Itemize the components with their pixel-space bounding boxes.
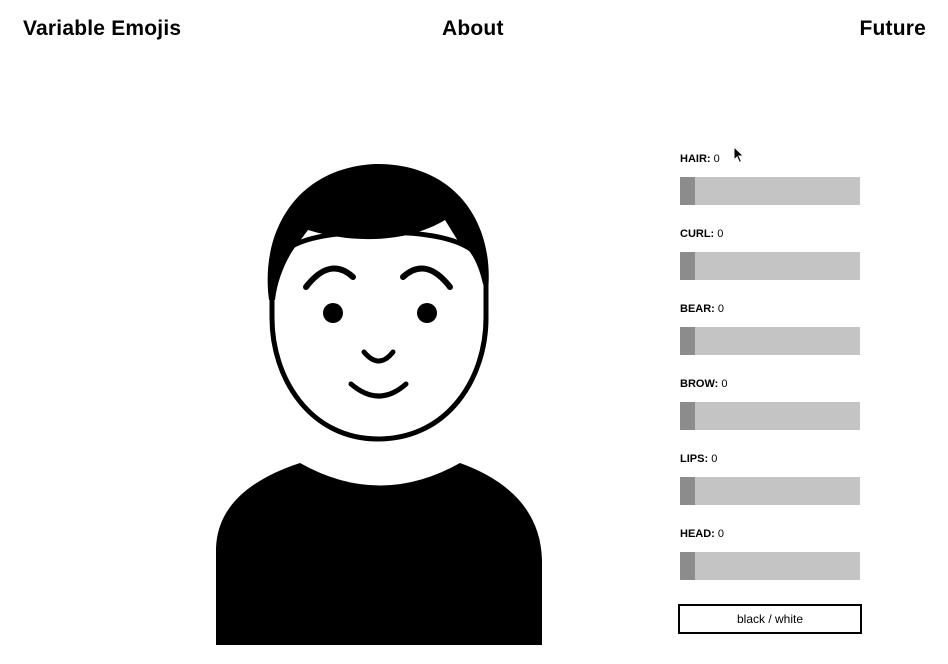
bear-slider[interactable] — [680, 327, 860, 355]
left-eye — [323, 303, 343, 323]
brow-slider-thumb[interactable] — [680, 402, 695, 430]
bear-slider-thumb[interactable] — [680, 327, 695, 355]
brow-label: BROW: 0 — [680, 377, 862, 391]
lips-slider[interactable] — [680, 477, 860, 505]
right-eye — [417, 303, 437, 323]
lips-control: LIPS: 0 — [680, 452, 862, 505]
about-link[interactable]: About — [442, 17, 504, 41]
bear-label: BEAR: 0 — [680, 302, 862, 316]
head-name: HEAD: — [680, 528, 715, 540]
hair-name: HAIR: — [680, 153, 711, 165]
lips-slider-thumb[interactable] — [680, 477, 695, 505]
bear-value: 0 — [717, 303, 725, 315]
brow-control: BROW: 0 — [680, 377, 862, 430]
curl-value: 0 — [717, 228, 724, 240]
lips-value: 0 — [711, 453, 718, 465]
brow-slider[interactable] — [680, 402, 860, 430]
hair-control: HAIR: 0 — [680, 152, 862, 205]
head-control: HEAD: 0 — [680, 527, 862, 580]
shirt — [216, 463, 542, 645]
head-slider[interactable] — [680, 552, 860, 580]
curl-label: CURL: 0 — [680, 227, 862, 241]
curl-name: CURL: — [680, 228, 715, 240]
future-link[interactable]: Future — [859, 17, 926, 41]
mouse-pointer-icon — [733, 146, 745, 164]
brow-name: BROW: — [680, 378, 719, 390]
hair-value: 0 — [713, 153, 720, 165]
curl-slider[interactable] — [680, 252, 860, 280]
bear-control: BEAR: 0 — [680, 302, 862, 355]
lips-name: LIPS: — [680, 453, 709, 465]
hair-label: HAIR: 0 — [680, 152, 862, 166]
lips-label: LIPS: 0 — [680, 452, 862, 466]
curl-control: CURL: 0 — [680, 227, 862, 280]
face — [269, 229, 489, 442]
page: Variable Emojis About Future HAIR: 0 CUR… — [0, 0, 948, 664]
black-white-toggle-button[interactable]: black / white — [678, 604, 862, 634]
head-value: 0 — [717, 528, 725, 540]
hair-slider[interactable] — [680, 177, 860, 205]
hair-slider-thumb[interactable] — [680, 177, 695, 205]
bear-name: BEAR: — [680, 303, 715, 315]
head-label: HEAD: 0 — [680, 527, 862, 541]
brand-link[interactable]: Variable Emojis — [23, 17, 181, 41]
emoji-figure — [216, 163, 542, 645]
curl-slider-thumb[interactable] — [680, 252, 695, 280]
brow-value: 0 — [721, 378, 728, 390]
head-slider-thumb[interactable] — [680, 552, 695, 580]
